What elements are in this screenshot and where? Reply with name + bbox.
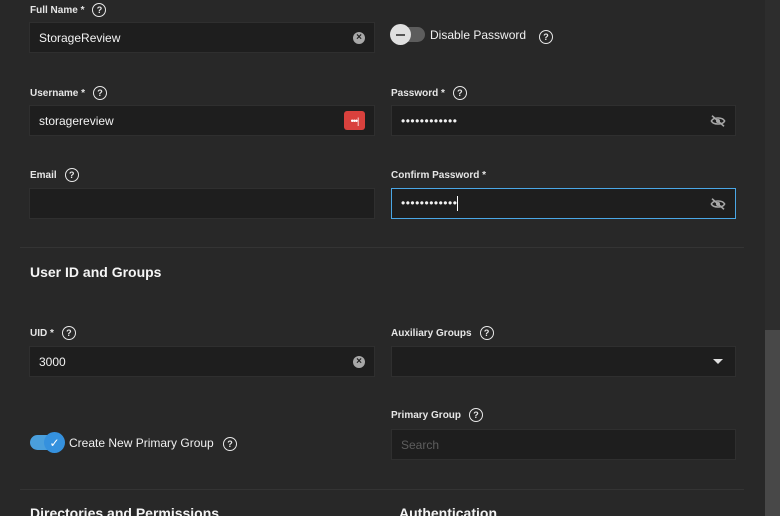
email-label: Email [30,169,57,181]
uid-label-row: UID * ? [30,325,76,341]
username-label: Username * [30,87,86,99]
scrollbar-track[interactable] [765,0,780,516]
password-label: Password * [391,87,445,99]
confirm-password-label-row: Confirm Password * [391,167,486,183]
help-icon[interactable]: ? [539,30,553,44]
password-input[interactable]: •••••••••••• [391,105,736,136]
full-name-value: StorageReview [39,30,121,45]
confirm-password-label: Confirm Password * [391,169,487,181]
section-title-directories: Directories and Permissions [30,505,220,516]
help-icon[interactable]: ? [223,437,237,451]
password-manager-icon[interactable]: •••| [344,111,365,130]
auxiliary-groups-select[interactable] [391,346,736,377]
help-icon[interactable]: ? [61,326,76,340]
username-value: storagereview [39,113,114,128]
help-icon[interactable]: ? [479,326,494,340]
help-icon[interactable]: ? [452,86,467,100]
caret-down-icon[interactable] [713,359,723,364]
eye-off-icon[interactable] [710,114,726,128]
username-label-row: Username * ? [30,85,108,101]
auxiliary-groups-label: Auxiliary Groups [391,327,472,339]
full-name-input[interactable]: StorageReview × [29,22,375,53]
section-divider [20,489,744,490]
uid-input[interactable]: 3000 × [29,346,375,377]
email-label-row: Email ? [30,167,79,183]
uid-value: 3000 [39,354,66,369]
section-divider [20,247,744,248]
primary-group-placeholder: Search [401,437,440,452]
disable-password-label: Disable Password [430,27,527,42]
confirm-password-input[interactable]: •••••••••••• [391,188,736,219]
help-icon[interactable]: ? [64,168,79,182]
clear-icon[interactable]: × [353,31,365,44]
full-name-label: Full Name * [30,4,85,16]
primary-group-input[interactable]: Search [391,429,736,460]
text-cursor [457,196,459,212]
auxiliary-groups-label-row: Auxiliary Groups ? [391,325,494,341]
disable-password-toggle[interactable] [390,24,425,45]
help-icon[interactable]: ? [92,3,107,17]
help-icon[interactable]: ? [469,408,484,422]
check-icon: ✓ [44,432,65,453]
email-input[interactable] [29,188,375,219]
create-primary-group-toggle-row: ✓ Create New Primary Group [30,432,214,453]
section-title-authentication: Authentication [399,505,497,516]
create-primary-group-toggle[interactable]: ✓ [30,432,65,453]
help-icon[interactable]: ? [93,86,108,100]
full-name-label-row: Full Name * ? [30,2,107,18]
section-title-user-id-groups: User ID and Groups [30,264,162,280]
clear-icon[interactable]: × [353,355,365,368]
password-label-row: Password * ? [391,85,467,101]
eye-off-icon[interactable] [710,197,726,211]
username-input[interactable]: storagereview •••| [29,105,375,136]
primary-group-label: Primary Group [391,409,462,421]
create-primary-group-label: Create New Primary Group [69,435,214,450]
disable-password-toggle-row: Disable Password [390,24,527,45]
primary-group-label-row: Primary Group ? [391,407,484,423]
password-value: •••••••••••• [401,113,458,128]
scrollbar-thumb[interactable] [765,330,780,516]
confirm-password-value: •••••••••••• [401,195,458,210]
uid-label: UID * [30,327,54,339]
